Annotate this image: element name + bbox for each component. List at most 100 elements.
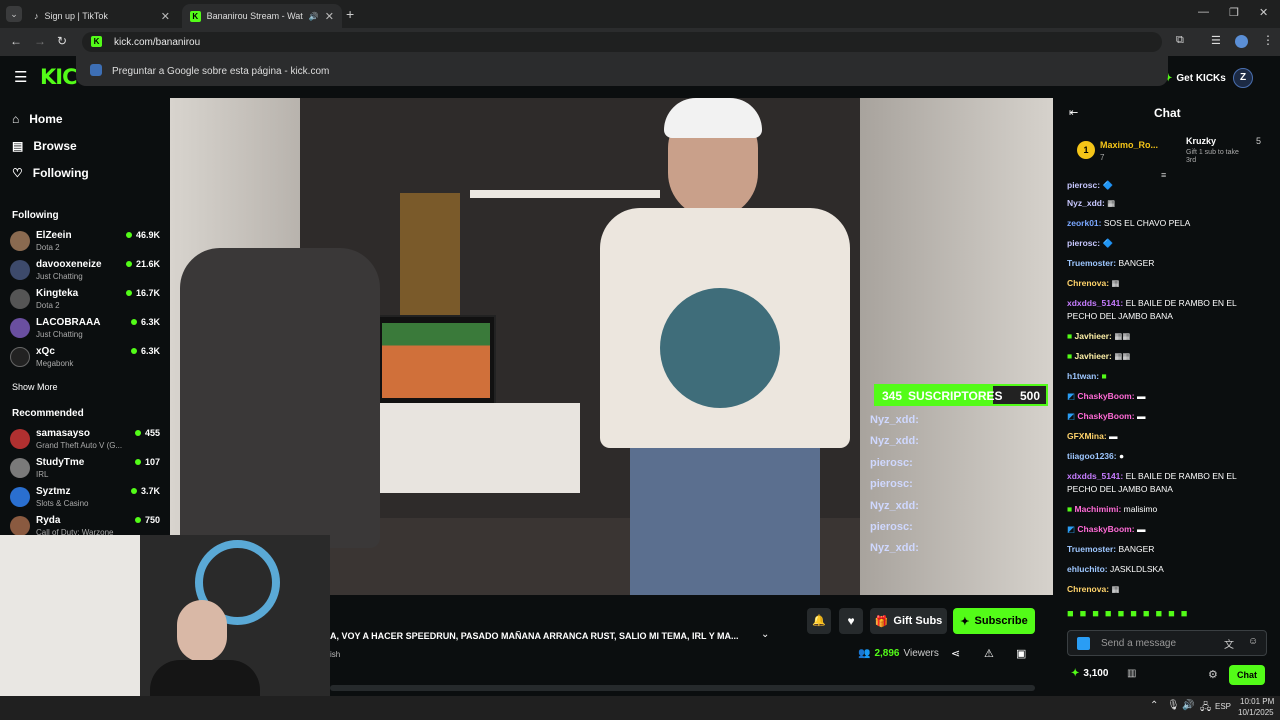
gift-count: 5 [1256, 136, 1262, 146]
chat-username[interactable]: tiiagoo1236: [1067, 451, 1117, 461]
channel-game: IRL [36, 470, 49, 479]
collapse-chat-icon[interactable]: ⇤ [1069, 106, 1078, 119]
chat-username[interactable]: Javhieer: [1075, 351, 1112, 361]
translate-icon[interactable]: 文 [1224, 636, 1234, 651]
heart-icon: ♡ [12, 166, 23, 180]
emote-icon[interactable]: ■■■■■■■■■■ [1067, 608, 1193, 620]
notifications-button[interactable]: 🔔 [807, 608, 831, 634]
chat-text: BANGER [1118, 258, 1155, 268]
channel-game: Megabonk [36, 359, 74, 368]
webcam-overlay [0, 535, 330, 720]
chat-username[interactable]: xdxdds_5141: [1067, 298, 1123, 308]
star-icon: ✦ [960, 615, 970, 628]
chat-username[interactable]: Nyz_xdd: [1067, 198, 1105, 208]
reading-list-icon[interactable]: ☰ [1211, 34, 1221, 47]
overlay-chat-name: Nyz_xdd: [870, 542, 919, 555]
chat-username[interactable]: zeork01: [1067, 218, 1102, 228]
tab-search-button[interactable]: ⌄ [6, 6, 22, 22]
emote-icon: ▦▦ [1114, 331, 1131, 341]
nav-browse[interactable]: ▤ Browse [12, 139, 77, 153]
following-channel[interactable]: xQc Megabonk 6.3K [10, 343, 160, 371]
clip-icon[interactable]: ▣ [1016, 647, 1026, 660]
back-icon[interactable]: ← [10, 34, 22, 48]
chat-text: malisimo [1123, 504, 1158, 514]
chat-text: SOS EL CHAVO PELA [1103, 218, 1191, 228]
get-kicks-button[interactable]: ✦ Get KICKs [1164, 69, 1226, 87]
settings-gear-icon[interactable]: ⚙ [1208, 668, 1218, 681]
chat-username[interactable]: ChaskyBoom: [1077, 524, 1134, 534]
following-channel[interactable]: ElZeein Dota 2 46.9K [10, 227, 160, 255]
store-icon[interactable]: ▥ [1127, 668, 1136, 679]
pinned-gifter[interactable]: 1 Maximo_Ro... 7 Kruzky 5 Gift 1 sub to … [1075, 136, 1275, 178]
stream-title[interactable]: A, VOY A HACER SPEEDRUN, PASADO MAÑANA A… [330, 631, 775, 641]
keyboard-language[interactable]: ESP [1215, 702, 1231, 711]
language-tag[interactable]: ish [330, 650, 340, 659]
recommended-channel[interactable]: Syztmz Slots & Casino 3.7K [10, 483, 160, 511]
people-icon: 👥 [858, 648, 871, 659]
tray-chevron-icon[interactable]: ⌃ [1150, 700, 1158, 711]
chat-username[interactable]: Truemoster: [1067, 258, 1116, 268]
emote-icon: ● [1118, 451, 1125, 461]
omnibox-suggestion[interactable]: Preguntar a Google sobre esta página - k… [76, 56, 1168, 86]
hamburger-menu-icon[interactable]: ☰ [14, 68, 27, 86]
close-tab-icon[interactable]: ✕ [325, 10, 334, 23]
browser-menu-icon[interactable]: ⋮ [1262, 33, 1274, 47]
restore-icon[interactable]: ❐ [1229, 6, 1239, 19]
follow-button[interactable]: ♥ [839, 608, 863, 634]
network-icon[interactable]: 🖧 [1200, 700, 1211, 717]
user-avatar[interactable]: Z [1233, 68, 1253, 88]
chat-username[interactable]: ChaskyBoom: [1077, 411, 1134, 421]
show-more-link[interactable]: Show More [12, 382, 58, 392]
recommended-channel[interactable]: samasayso Grand Theft Auto V (G... 455 [10, 425, 160, 453]
kick-emote-icon[interactable] [1077, 637, 1090, 650]
page-scrollbar[interactable] [330, 685, 1035, 691]
new-tab-button[interactable]: + [346, 6, 354, 22]
chat-username[interactable]: Machimimi: [1075, 504, 1122, 514]
kicks-amount: 3,100 [1083, 668, 1109, 679]
minimize-icon[interactable]: — [1198, 6, 1209, 18]
close-tab-icon[interactable]: ✕ [161, 10, 170, 23]
following-channel[interactable]: davooxeneize Just Chatting 21.6K [10, 256, 160, 284]
send-chat-button[interactable]: Chat [1229, 665, 1265, 685]
chat-username[interactable]: xdxdds_5141: [1067, 471, 1123, 481]
clock-time[interactable]: 10:01 PM [1240, 697, 1274, 706]
chat-username[interactable]: pierosc: [1067, 180, 1100, 190]
nav-following[interactable]: ♡ Following [12, 166, 89, 180]
url-input[interactable]: K kick.com/bananirou [82, 32, 1162, 52]
profile-avatar[interactable] [1235, 35, 1248, 48]
video-player[interactable]: 345 SUSCRIPTORES 500 Nyz_xdd: Nyz_xdd: p… [170, 98, 1053, 595]
gift-subs-button[interactable]: 🎁 Gift Subs [870, 608, 947, 634]
kick-logo[interactable]: KIC [40, 65, 77, 89]
subscribe-button[interactable]: ✦ Subscribe [953, 608, 1035, 634]
chat-username[interactable]: ChaskyBoom: [1077, 391, 1134, 401]
following-channel[interactable]: Kingteka Dota 2 16.7K [10, 285, 160, 313]
chat-input[interactable]: Send a message 文 ☺ [1067, 630, 1267, 656]
chat-username[interactable]: ehluchito: [1067, 564, 1108, 574]
report-icon[interactable]: ⚠ [984, 647, 994, 660]
share-icon[interactable]: ⋖ [951, 647, 960, 660]
badge-icon: ■ [1067, 351, 1073, 361]
nav-home[interactable]: ⌂ Home [12, 112, 63, 126]
speaker-icon[interactable]: 🔊 [309, 12, 319, 21]
tab-kick[interactable]: K Bananirou Stream - Watch 🔊 ✕ [182, 4, 342, 28]
kicks-balance[interactable]: ✦ 3,100 [1071, 668, 1108, 679]
microphone-icon[interactable]: 🎙 [1167, 700, 1180, 711]
chat-username[interactable]: pierosc: [1067, 238, 1100, 248]
reload-icon[interactable]: ↻ [57, 34, 67, 48]
volume-icon[interactable]: 🔊 [1182, 700, 1194, 711]
emoji-icon[interactable]: ☺ [1248, 636, 1258, 647]
recommended-channel[interactable]: StudyTme IRL 107 [10, 454, 160, 482]
close-window-icon[interactable]: ✕ [1259, 6, 1268, 19]
chat-username[interactable]: Truemoster: [1067, 544, 1116, 554]
clock-date[interactable]: 10/1/2025 [1238, 708, 1274, 717]
following-channel[interactable]: LACOBRAAA Just Chatting 6.3K [10, 314, 160, 342]
forward-icon[interactable]: → [34, 34, 46, 48]
chat-username[interactable]: h1twan: [1067, 371, 1099, 381]
tab-tiktok[interactable]: ♪ Sign up | TikTok ✕ [26, 4, 178, 28]
chat-username[interactable]: GFXMina: [1067, 431, 1107, 441]
chat-username[interactable]: Javhieer: [1075, 331, 1112, 341]
chat-username[interactable]: Chrenova: [1067, 584, 1109, 594]
extensions-icon[interactable]: ⧉ [1176, 34, 1184, 47]
chat-username[interactable]: Chrenova: [1067, 278, 1109, 288]
chevron-down-icon[interactable]: ⌄ [761, 629, 769, 640]
